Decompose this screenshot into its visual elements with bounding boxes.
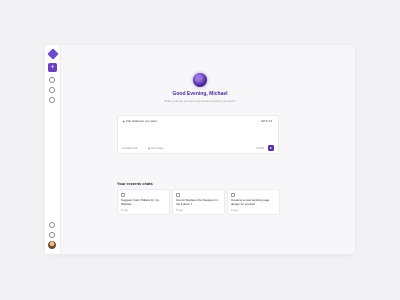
chat-time: 2h ago xyxy=(121,210,129,212)
chat-time: 1d ago xyxy=(231,210,239,212)
recents-title: Your recents chats xyxy=(117,181,153,186)
chat-time: 5h ago xyxy=(176,210,184,212)
chat-bubble-icon xyxy=(231,193,235,197)
new-chat-button[interactable]: + xyxy=(48,63,57,72)
sidebar: + xyxy=(45,45,61,254)
greeting-title: Good Evening, Michael xyxy=(172,91,228,97)
chat-bubble-icon xyxy=(121,193,125,197)
sparkle-icon: ✦ xyxy=(122,119,126,124)
attach-label: Attach a file xyxy=(124,147,138,150)
chat-title: Can AI Replace the Designer in the Futur… xyxy=(176,198,218,206)
model-select[interactable]: GPT-4 ▾ xyxy=(261,119,272,123)
send-button[interactable] xyxy=(268,145,274,151)
chat-title: Suggest Color Pallets for my Website xyxy=(121,198,160,206)
recent-chat-card[interactable]: Can AI Replace the Designer in the Futur… xyxy=(172,189,225,215)
logo-icon[interactable] xyxy=(47,48,59,60)
greeting-subtitle: Write a simple prompt to generate anythi… xyxy=(164,99,236,103)
assistant-orb-icon xyxy=(193,73,207,87)
image-label: Use Image xyxy=(151,147,164,150)
char-count: 0/1000 xyxy=(256,147,264,150)
app-window: + Good Evening, Michael Write a simple p… xyxy=(45,45,355,254)
chat-bubble-icon xyxy=(176,193,180,197)
settings-icon[interactable] xyxy=(49,232,55,238)
help-icon[interactable] xyxy=(49,222,55,228)
attach-file-button[interactable]: ⊕ Attach a file xyxy=(122,147,138,150)
recent-chat-card[interactable]: Creating a new landing page design for p… xyxy=(227,189,280,215)
prompt-input[interactable]: Ask whatever you want xyxy=(126,119,157,123)
chat-title: Creating a new landing page design for p… xyxy=(231,198,270,206)
prompt-box[interactable]: ✦ Ask whatever you want GPT-4 ▾ ⊕ Attach… xyxy=(117,115,279,154)
avatar[interactable] xyxy=(48,241,56,249)
use-image-button[interactable]: ▣ Use Image xyxy=(148,147,163,150)
recent-chat-card[interactable]: Suggest Color Pallets for my Website 2h … xyxy=(117,189,170,215)
home-icon[interactable] xyxy=(49,77,55,83)
